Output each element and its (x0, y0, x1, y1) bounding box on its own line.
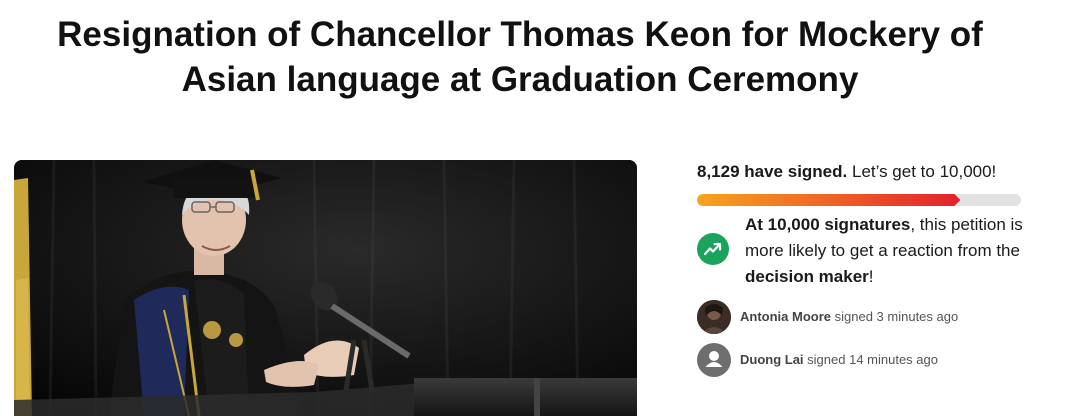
signature-progress-fill (697, 194, 960, 206)
chancellor-speaking-image (14, 160, 637, 416)
petition-title-line-1: Resignation of Chancellor Thomas Keon fo… (57, 15, 983, 54)
petition-photo (14, 160, 637, 416)
goal-label: Let’s get to 10,000! (851, 162, 997, 181)
signer-activity: Antonia Moore signed 3 minutes ago (740, 309, 958, 324)
trending-up-icon (697, 233, 729, 265)
signature-goal-text: 8,129 have signed. Let’s get to 10,000! (697, 162, 996, 182)
signer-avatar[interactable] (697, 300, 731, 334)
signer-action: signed 14 minutes ago (807, 352, 938, 367)
petition-title: Resignation of Chancellor Thomas Keon fo… (40, 12, 1000, 102)
signer-activity: Duong Lai signed 14 minutes ago (740, 352, 938, 367)
default-user-icon (705, 351, 723, 367)
milestone-end: ! (868, 267, 874, 286)
signature-progress-bar (697, 194, 1021, 206)
milestone-bold: At 10,000 signatures (745, 215, 911, 234)
recent-signer: Antonia Moore signed 3 minutes ago (697, 300, 1037, 334)
decision-maker-label: decision maker (745, 267, 869, 286)
milestone-message: At 10,000 signatures, this petition is m… (745, 212, 1035, 290)
signer-action: signed 3 minutes ago (834, 309, 959, 324)
petition-title-line-2: Asian language at Graduation Ceremony (181, 60, 859, 99)
signed-count: 8,129 have signed. (697, 162, 848, 181)
signer-name[interactable]: Duong Lai (740, 352, 804, 367)
signer-avatar[interactable] (697, 343, 731, 377)
signer-name[interactable]: Antonia Moore (740, 309, 831, 324)
recent-signer: Duong Lai signed 14 minutes ago (697, 343, 1037, 377)
photo-avatar-icon (697, 300, 731, 334)
